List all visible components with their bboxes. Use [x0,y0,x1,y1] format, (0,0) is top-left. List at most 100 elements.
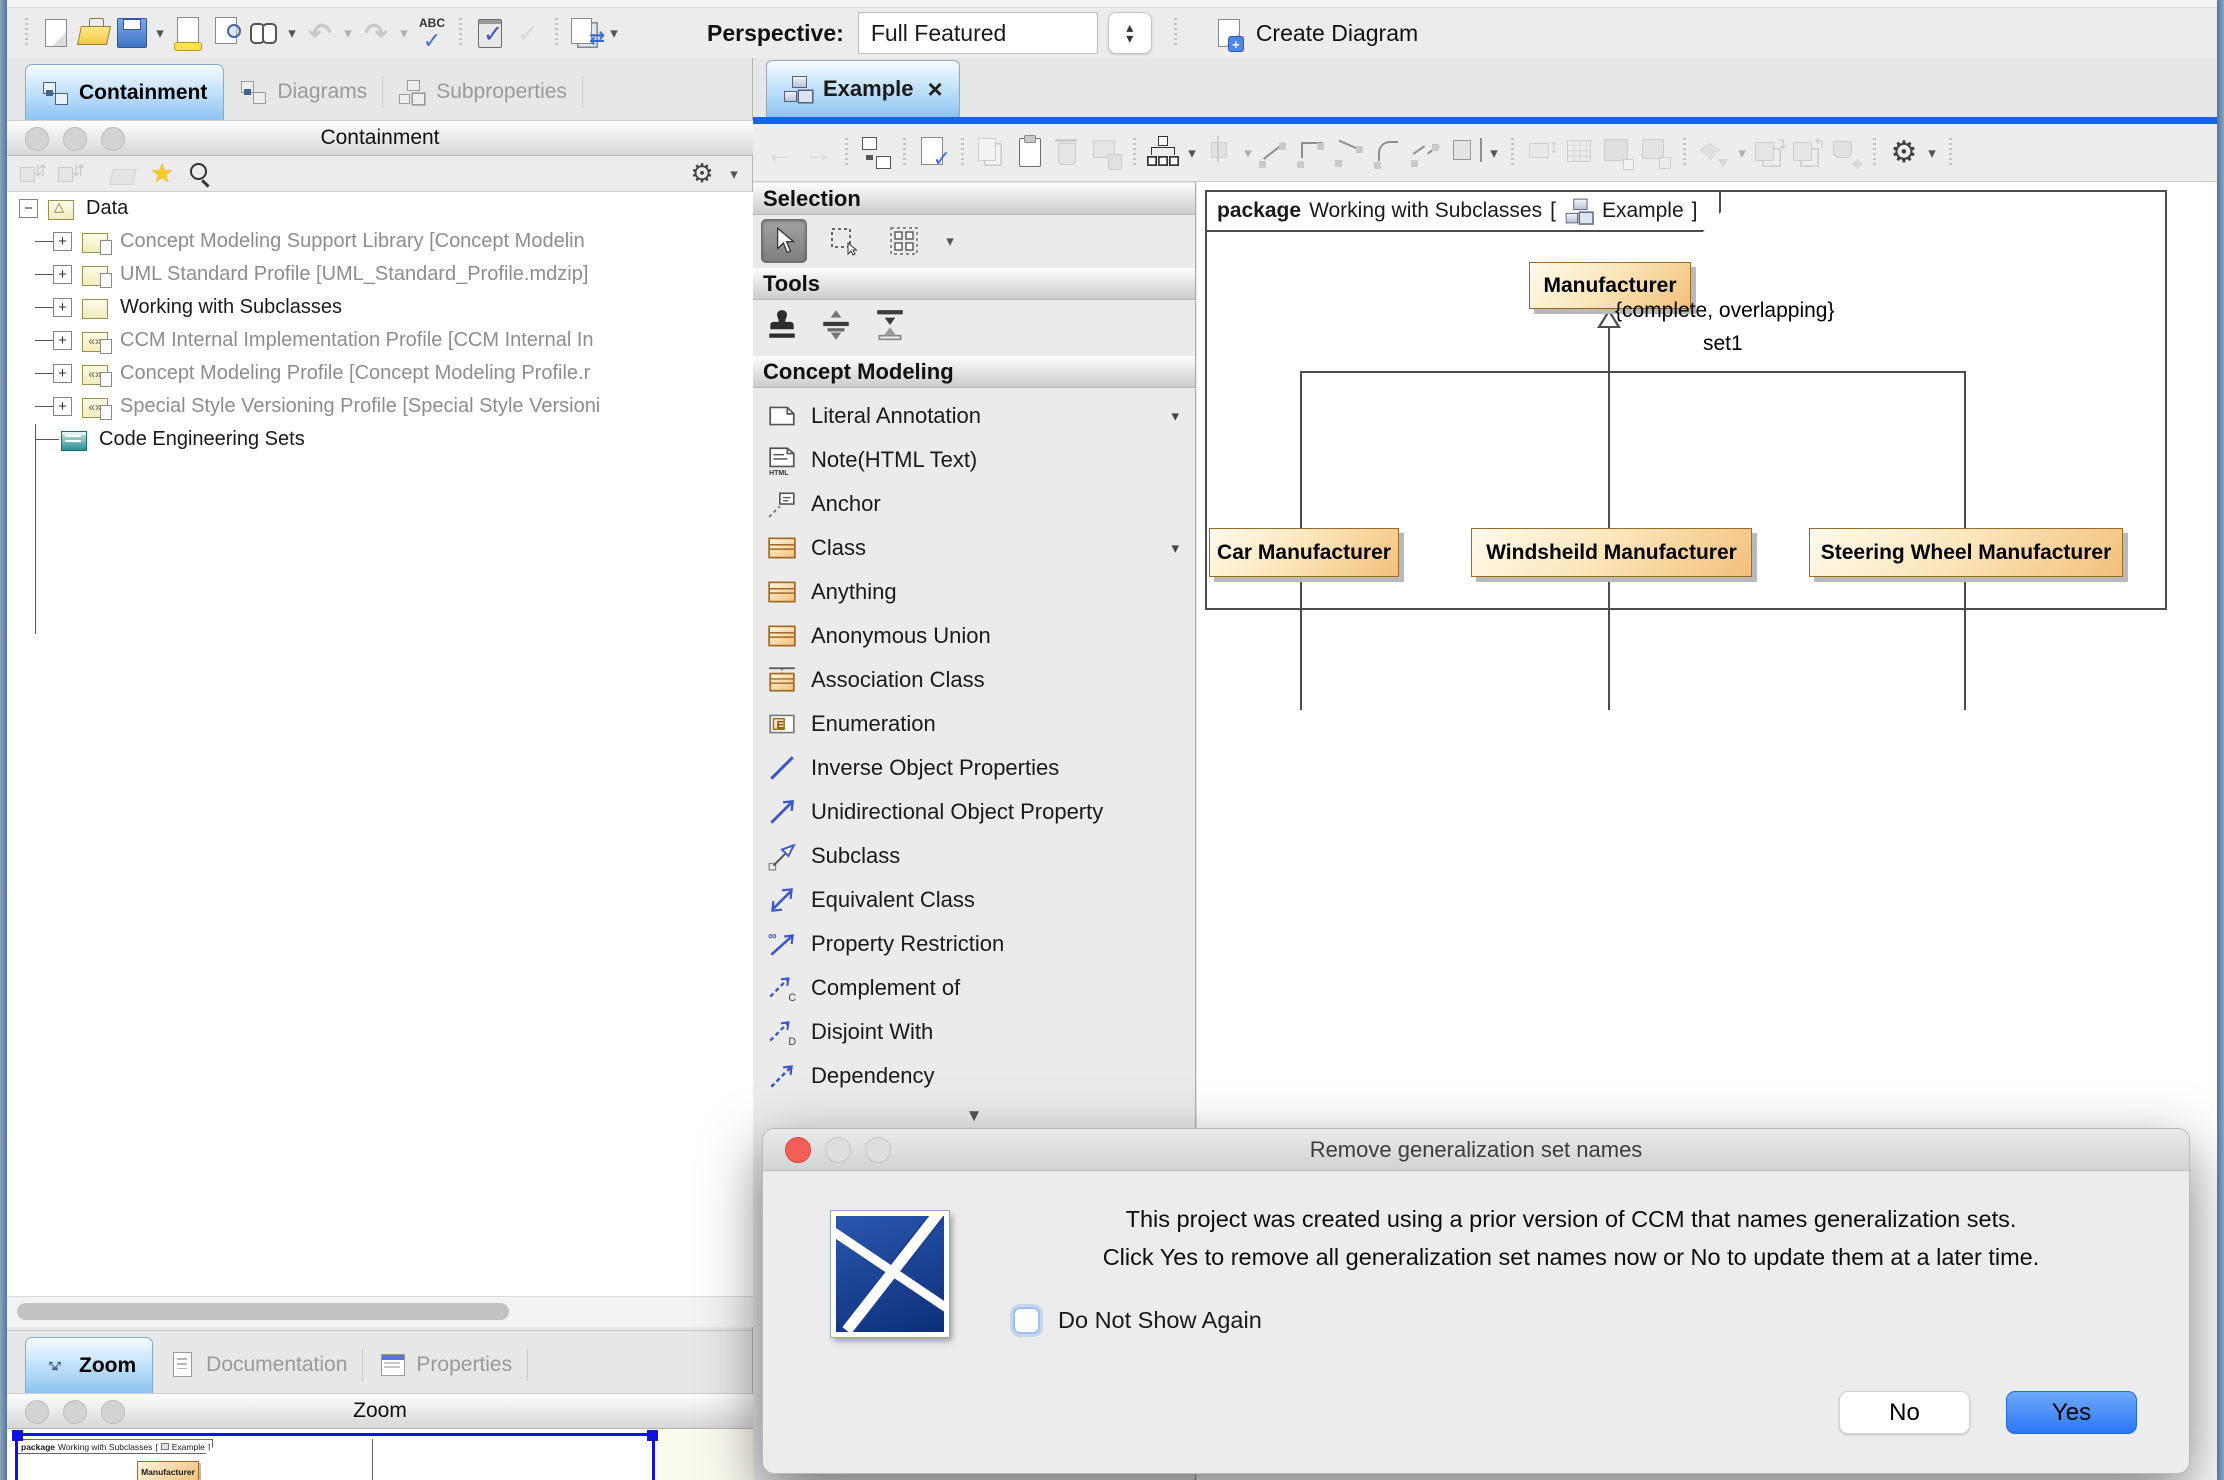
palette-item-caret-icon[interactable]: ▾ [1171,539,1179,557]
spell-check-icon[interactable] [413,14,451,52]
path-zigzag-icon[interactable] [1409,134,1447,172]
class-steering-wheel-manufacturer[interactable]: Steering Wheel Manufacturer [1809,528,2123,577]
palette-item-unidirectional-object-property[interactable]: Unidirectional Object Property [753,790,1195,834]
diagram-check-icon[interactable] [915,134,953,172]
stamp-tool-icon[interactable] [765,307,799,348]
palette-item-association-class[interactable]: Association Class [753,658,1195,702]
select-cursor-button[interactable] [761,219,807,263]
path-bezier-icon[interactable] [1333,134,1371,172]
expand-node-icon[interactable]: + [53,331,72,350]
do-not-show-again-checkbox[interactable] [1013,1307,1040,1334]
generalization-horizontal-line[interactable] [1300,371,1966,373]
save-project-icon[interactable] [113,14,151,52]
no-button[interactable]: No [1839,1391,1970,1434]
multi-select-button[interactable] [881,219,927,263]
gear-icon[interactable] [1885,134,1923,172]
zoom-viewport-rectangle[interactable] [15,1433,655,1480]
palette-item-enumeration[interactable]: Enumeration [753,702,1195,746]
path-oblique-icon[interactable] [1257,134,1295,172]
palette-item-anonymous-union[interactable]: Anonymous Union [753,614,1195,658]
palette-item-inverse-object-properties[interactable]: Inverse Object Properties [753,746,1195,790]
zoom-handle[interactable] [12,1430,23,1441]
expand-node-icon[interactable]: + [53,364,72,383]
class-car-manufacturer[interactable]: Car Manufacturer [1209,528,1399,577]
tab-zoom[interactable]: Zoom [25,1337,153,1393]
path-swap-icon[interactable] [1447,134,1485,172]
palette-section-tools[interactable]: Tools [753,267,1195,300]
expand-node-icon[interactable]: + [53,232,72,251]
document-export-icon[interactable] [169,14,207,52]
vertical-distribute-icon[interactable] [819,307,853,348]
scrollbar-thumb[interactable] [17,1303,509,1320]
tree-item-data[interactable]: −Data [7,192,753,225]
favorites-star-icon[interactable] [147,159,177,189]
tree-item-ccm-internal-implementation[interactable]: +CCM Internal Implementation Profile [CC… [7,324,753,357]
tab-documentation[interactable]: Documentation [153,1337,363,1393]
palette-item-class[interactable]: Class▾ [753,526,1195,570]
tab-example[interactable]: Example × [766,60,960,117]
layout-tree-icon[interactable] [1145,134,1183,172]
paste-icon[interactable] [1011,134,1049,172]
tree-settings-caret-icon[interactable]: ▾ [725,155,743,193]
tab-containment[interactable]: Containment [25,64,224,120]
palette-item-note-html-text-[interactable]: Note(HTML Text) [753,438,1195,482]
palette-item-anything[interactable]: Anything [753,570,1195,614]
palette-item-property-restriction[interactable]: Property Restriction [753,922,1195,966]
palette-item-caret-icon[interactable]: ▾ [1171,407,1179,425]
perspective-stepper[interactable]: ▴▾ [1108,12,1152,54]
palette-item-complement-of[interactable]: Complement of [753,966,1195,1010]
class-windsheild-manufacturer[interactable]: Windsheild Manufacturer [1471,528,1752,577]
create-diagram-button[interactable]: Create Diagram [1212,14,1418,52]
tree-item-concept-modeling-support[interactable]: +Concept Modeling Support Library [Conce… [7,225,753,258]
generalization-constraint-label[interactable]: {complete, overlapping} [1615,299,1835,323]
tree-item-working-with-subclasses[interactable]: +Working with Subclasses [7,291,753,324]
document-preview-icon[interactable] [207,14,245,52]
palette-section-selection[interactable]: Selection [753,182,1195,215]
dropdown-caret-icon[interactable]: ▾ [283,14,301,52]
tab-subproperties[interactable]: Subproperties [383,64,583,120]
tree-item-code-engineering-sets[interactable]: Code Engineering Sets [7,423,753,456]
marquee-select-button[interactable] [821,219,867,263]
close-tab-icon[interactable]: × [928,74,943,105]
dialog-close-icon[interactable] [785,1137,811,1163]
package-frame-header[interactable]: package Working with Subclasses [ Exampl… [1205,190,1721,232]
validate-icon[interactable] [471,14,509,52]
open-project-icon[interactable] [75,14,113,52]
dropdown-caret-icon[interactable]: ▾ [605,14,623,52]
new-file-icon[interactable] [37,14,75,52]
dropdown-caret-icon[interactable]: ▾ [1183,134,1201,172]
tab-properties[interactable]: Properties [363,1337,528,1393]
palette-item-dependency[interactable]: Dependency [753,1054,1195,1098]
palette-scroll-down-icon[interactable]: ▼ [753,1106,1195,1126]
palette-item-disjoint-with[interactable]: Disjoint With [753,1010,1195,1054]
selection-caret-icon[interactable]: ▾ [941,222,959,260]
path-curve-icon[interactable] [1371,134,1409,172]
palette-item-subclass[interactable]: Subclass [753,834,1195,878]
containment-icon[interactable] [857,134,895,172]
zoom-handle[interactable] [647,1430,658,1441]
tree-item-special-style-versioning[interactable]: +Special Style Versioning Profile [Speci… [7,390,753,423]
model-transform-icon[interactable] [567,14,605,52]
find-icon[interactable] [245,14,283,52]
dropdown-caret-icon[interactable]: ▾ [1923,134,1941,172]
yes-button[interactable]: Yes [2006,1391,2137,1434]
generalization-set-name-label[interactable]: set1 [1703,332,1743,356]
palette-item-equivalent-class[interactable]: Equivalent Class [753,878,1195,922]
perspective-combobox[interactable]: Full Featured [858,12,1098,54]
palette-section-concept-modeling[interactable]: Concept Modeling [753,355,1195,388]
palette-item-anchor[interactable]: Anchor [753,482,1195,526]
vertical-compact-icon[interactable] [873,307,907,348]
dropdown-caret-icon[interactable]: ▾ [1485,134,1503,172]
tree-item-uml-standard-profile[interactable]: +UML Standard Profile [UML_Standard_Prof… [7,258,753,291]
expand-node-icon[interactable]: + [53,265,72,284]
search-icon[interactable] [185,159,215,189]
tab-diagrams[interactable]: Diagrams [224,64,383,120]
generalization-trunk-line[interactable] [1608,328,1610,710]
palette-item-literal-annotation[interactable]: Literal Annotation▾ [753,394,1195,438]
tree-item-concept-modeling-profile[interactable]: +Concept Modeling Profile [Concept Model… [7,357,753,390]
collapse-node-icon[interactable]: − [19,199,38,218]
dropdown-caret-icon[interactable]: ▾ [151,14,169,52]
path-rectilinear-icon[interactable] [1295,134,1333,172]
tree-settings-gear-icon[interactable] [687,159,717,189]
expand-node-icon[interactable]: + [53,397,72,416]
